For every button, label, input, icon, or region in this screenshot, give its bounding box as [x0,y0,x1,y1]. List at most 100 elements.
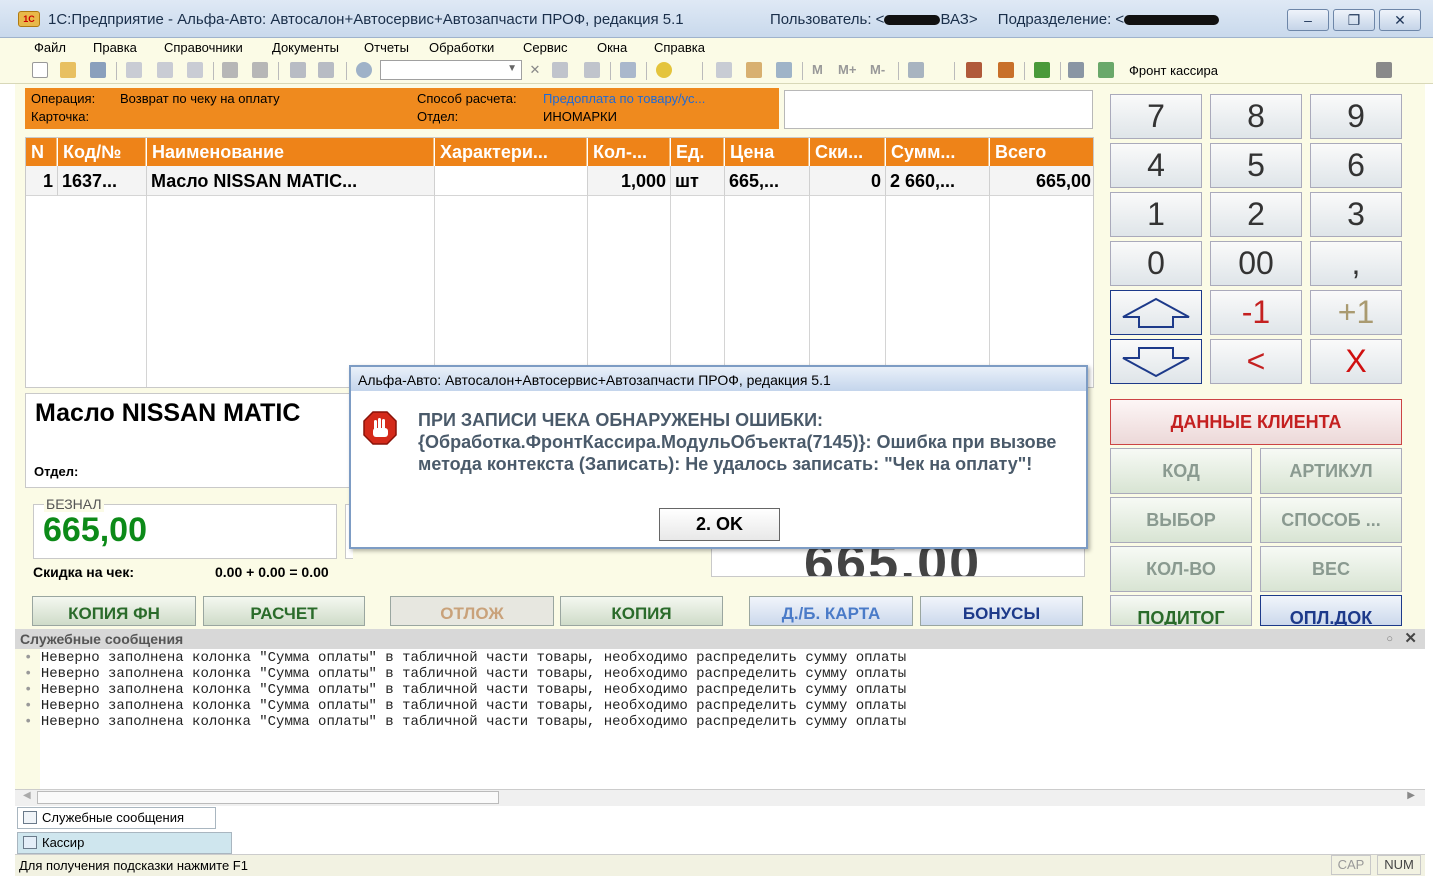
key-1[interactable]: 1 [1110,192,1202,237]
settings-tools-icon[interactable] [1376,62,1392,78]
payment-method-link[interactable]: Предоплата по товару/ус... [543,91,705,106]
store-icon[interactable] [966,62,982,78]
menu-reports[interactable]: Отчеты [364,38,409,58]
menu-documents[interactable]: Документы [272,38,339,58]
new-doc-icon[interactable] [32,62,48,78]
memory-minus-button[interactable]: M- [870,62,885,77]
column-header[interactable]: Код/№ [58,138,146,166]
quantity-button[interactable]: КОЛ-ВО [1110,546,1252,592]
column-header[interactable]: N [26,138,57,166]
column-header[interactable]: Сумм... [886,138,989,166]
search-combo[interactable]: ▼ [380,60,522,80]
key-8[interactable]: 8 [1210,94,1302,139]
tab-messages[interactable]: Служебные сообщения [17,807,216,829]
postpone-button[interactable]: ОТЛОЖ [390,596,554,626]
weight-button[interactable]: ВЕС [1260,546,1402,592]
print-preview-icon[interactable] [252,62,268,78]
table-cell[interactable] [435,166,588,196]
calculation-button[interactable]: РАСЧЕТ [203,596,365,626]
pay-doc-button[interactable]: ОПЛ.ДОК [1260,595,1402,626]
front-cashier-icon[interactable] [1098,62,1114,78]
goods-table[interactable]: N Код/№ Наименование Характери... Кол-..… [25,137,1094,388]
key-comma[interactable]: , [1310,241,1402,286]
find-next-icon[interactable] [552,62,568,78]
key-7[interactable]: 7 [1110,94,1202,139]
table-cell[interactable]: 665,00 [990,166,1093,196]
column-header[interactable]: Характери... [435,138,587,166]
pin-icon[interactable]: ○ [1386,629,1393,649]
key-3[interactable]: 3 [1310,192,1402,237]
exchange-icon[interactable] [1034,62,1050,78]
discount-card-button[interactable]: Д./Б. КАРТА [749,596,913,626]
column-header[interactable]: Цена [725,138,809,166]
table-cell[interactable]: шт [671,166,725,196]
table-cell[interactable]: 1 [26,166,58,196]
copy-button[interactable]: КОПИЯ [560,596,723,626]
menu-edit[interactable]: Правка [93,38,137,58]
column-header[interactable]: Ед. [671,138,724,166]
tools-icon[interactable] [908,62,924,78]
message-line[interactable]: • Неверно заполнена колонка "Сумма оплат… [24,650,906,666]
column-header[interactable]: Наименование [147,138,434,166]
minimize-button[interactable]: – [1287,9,1329,31]
save-icon[interactable] [90,62,106,78]
key-5[interactable]: 5 [1210,143,1302,188]
books-icon[interactable] [998,62,1014,78]
code-button[interactable]: КОД [1110,448,1252,494]
table-cell[interactable]: 1,000 [588,166,671,196]
key-00[interactable]: 00 [1210,241,1302,286]
info-icon[interactable] [656,62,672,78]
key-0[interactable]: 0 [1110,241,1202,286]
memory-plus-button[interactable]: M+ [838,62,856,77]
table-cell[interactable]: Масло NISSAN MATIC... [147,166,435,196]
key-2[interactable]: 2 [1210,192,1302,237]
scroll-left-icon[interactable]: ◀ [23,790,31,801]
menu-service[interactable]: Сервис [523,38,568,58]
cut-icon[interactable] [126,62,142,78]
close-window-button[interactable]: ✕ [1379,9,1421,31]
key-6[interactable]: 6 [1310,143,1402,188]
menu-windows[interactable]: Окна [597,38,627,58]
undo-icon[interactable] [290,62,306,78]
windows-icon[interactable] [620,62,636,78]
plus-one-button[interactable]: +1 [1310,290,1402,335]
calculator-icon[interactable] [746,62,762,78]
menu-processing[interactable]: Обработки [429,38,494,58]
paste-icon[interactable] [187,62,203,78]
redo-icon[interactable] [318,62,334,78]
print-icon[interactable] [222,62,238,78]
copy-fn-button[interactable]: КОПИЯ ФН [32,596,196,626]
menu-help[interactable]: Справка [654,38,705,58]
menu-file[interactable]: Файл [34,38,66,58]
users-icon[interactable] [776,62,792,78]
client-data-button[interactable]: ДАННЫЕ КЛИЕНТА [1110,399,1402,445]
memory-button[interactable]: M [812,62,823,77]
message-line[interactable]: • Неверно заполнена колонка "Сумма оплат… [24,682,906,698]
arrow-down-button[interactable] [1110,339,1202,384]
scroll-thumb[interactable] [37,791,499,804]
minus-one-button[interactable]: -1 [1210,290,1302,335]
front-cashier-label[interactable]: Фронт кассира [1129,63,1218,78]
clear-icon[interactable]: ✕ [527,62,543,78]
menu-directories[interactable]: Справочники [164,38,243,58]
table-cell[interactable]: 1637... [58,166,147,196]
table-cell[interactable]: 665,... [725,166,810,196]
calendar-icon[interactable] [716,62,732,78]
backspace-button[interactable]: < [1210,339,1302,384]
megaphone-icon[interactable] [1068,62,1084,78]
scroll-right-icon[interactable]: ▶ [1407,790,1415,801]
message-line[interactable]: • Неверно заполнена колонка "Сумма оплат… [24,714,906,730]
find-prev-icon[interactable] [584,62,600,78]
open-folder-icon[interactable] [60,62,76,78]
close-icon[interactable]: ✕ [1404,629,1417,649]
subtotal-button[interactable]: ПОДИТОГ [1110,595,1252,626]
message-line[interactable]: • Неверно заполнена колонка "Сумма оплат… [24,666,906,682]
tab-cashier[interactable]: Кассир [17,832,232,854]
key-9[interactable]: 9 [1310,94,1402,139]
table-cell[interactable]: 2 660,... [886,166,990,196]
arrow-up-button[interactable] [1110,290,1202,335]
bonuses-button[interactable]: БОНУСЫ [920,596,1083,626]
key-4[interactable]: 4 [1110,143,1202,188]
choice-button[interactable]: ВЫБОР [1110,497,1252,543]
copy-icon[interactable] [157,62,173,78]
